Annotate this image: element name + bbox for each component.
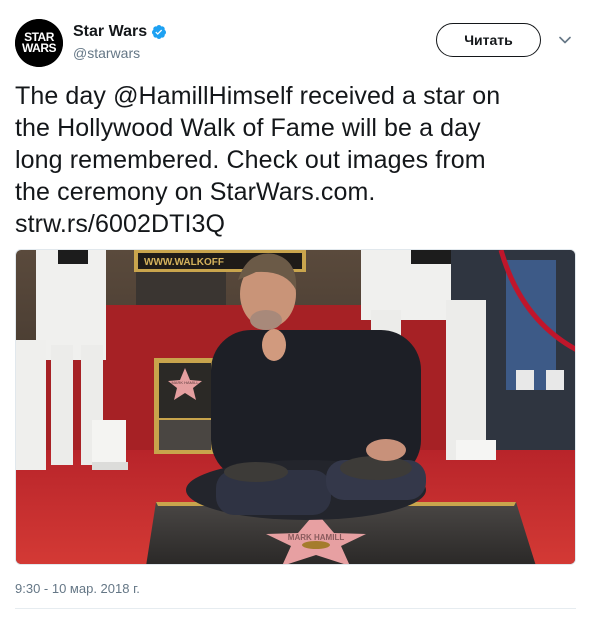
tweet-photo[interactable]: WWW.WALKOFF MARK HAMILL MARK HAMILL: [15, 249, 576, 565]
tweet-text-line: the ceremony on StarWars.com.: [15, 176, 575, 208]
chevron-down-icon: [559, 36, 571, 44]
tweet-text-line: long remembered. Check out images from: [15, 144, 575, 176]
tweet-text-fragment: the ceremony on: [15, 178, 210, 206]
tweet-text-fragment: received a star on: [292, 82, 501, 110]
tweet-text-line: The day @HamillHimself received a star o…: [15, 80, 575, 112]
more-options-button[interactable]: [557, 34, 573, 46]
verified-badge-icon: [152, 25, 167, 39]
svg-text:WARS: WARS: [22, 41, 56, 55]
tweet-link[interactable]: StarWars.com: [210, 178, 369, 206]
svg-text:MARK HAMILL: MARK HAMILL: [288, 533, 345, 542]
tweet-text-line: strw.rs/6002DTI3Q: [15, 208, 575, 240]
tweet: STAR WARS Star Wars @starwars Читать The…: [0, 0, 589, 617]
follow-button[interactable]: Читать: [436, 23, 541, 57]
tweet-link[interactable]: strw.rs/6002DTI3Q: [15, 210, 225, 238]
display-name-text: Star Wars: [73, 23, 148, 40]
tweet-text-line: the Hollywood Walk of Fame will be a day: [15, 112, 575, 144]
tweet-text-fragment: the Hollywood Walk of Fame will be a day: [15, 114, 481, 142]
svg-text:WWW.WALKOFF: WWW.WALKOFF: [144, 257, 224, 268]
tweet-text-fragment: long remembered. Check out images from: [15, 146, 486, 174]
tweet-text-fragment: The day: [15, 82, 114, 110]
account-name-block: Star Wars @starwars: [73, 22, 167, 62]
svg-text:MARK HAMILL: MARK HAMILL: [171, 380, 199, 385]
mention-link[interactable]: @HamillHimself: [113, 82, 293, 110]
handle[interactable]: @starwars: [73, 44, 167, 62]
tweet-text-fragment: .: [368, 178, 376, 206]
star-wars-logo-icon: STAR WARS: [15, 19, 63, 67]
display-name[interactable]: Star Wars: [73, 22, 167, 42]
tweet-timestamp[interactable]: 9:30 - 10 мар. 2018 г.: [15, 581, 140, 596]
ceremony-photo: WWW.WALKOFF MARK HAMILL MARK HAMILL: [16, 250, 575, 564]
divider: [15, 608, 576, 609]
avatar[interactable]: STAR WARS: [15, 19, 63, 67]
tweet-text: The day @HamillHimself received a star o…: [15, 80, 575, 240]
